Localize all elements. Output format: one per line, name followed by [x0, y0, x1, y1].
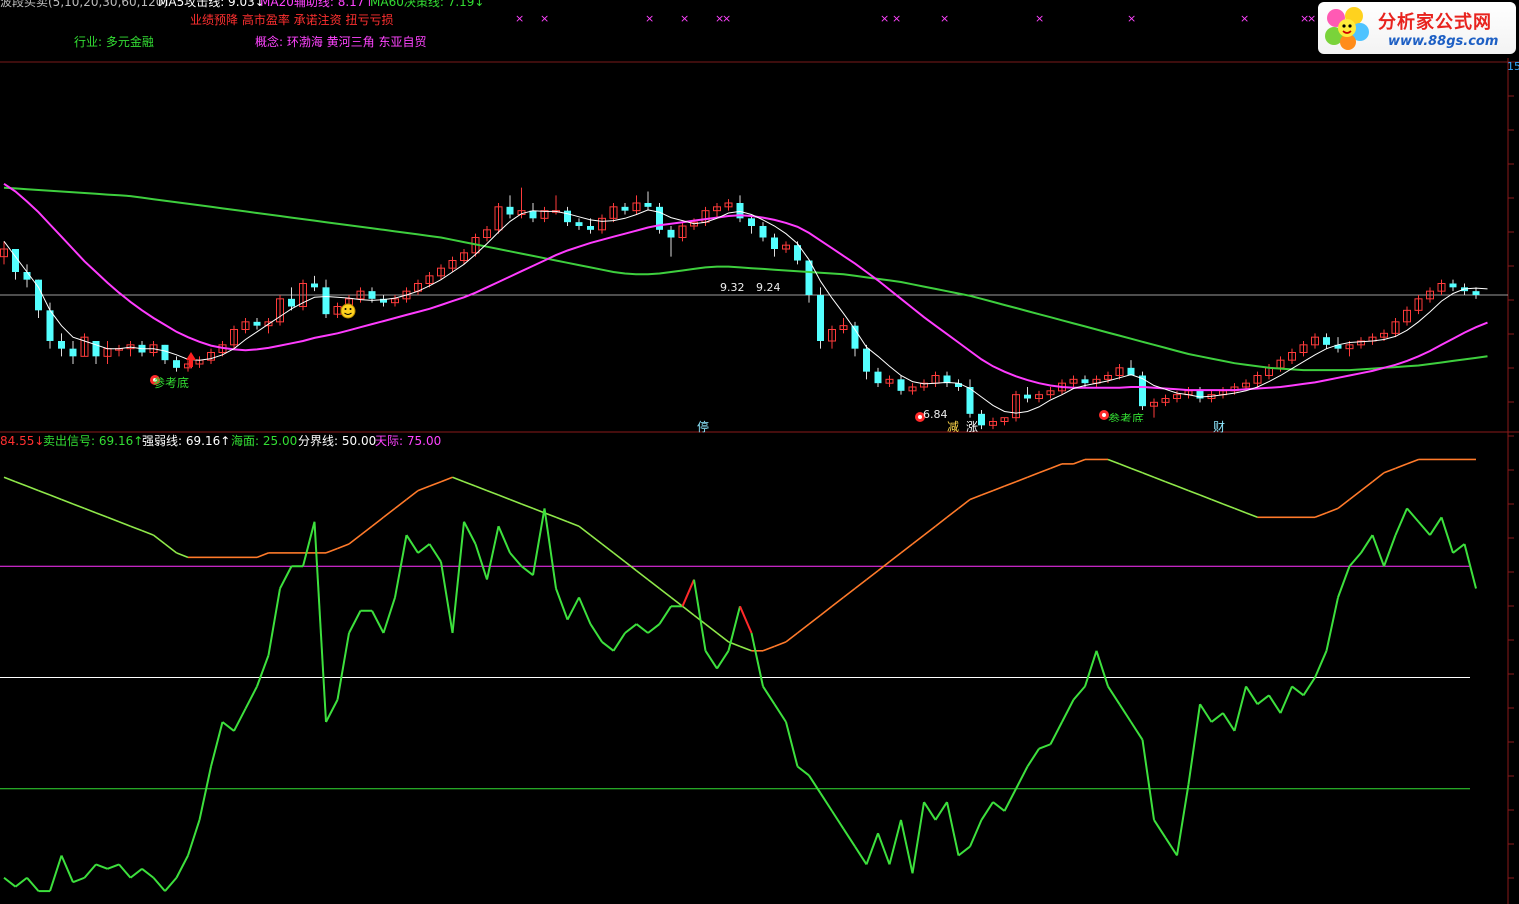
- industry-label: 行业: 多元金融: [74, 35, 154, 49]
- ma5-label: MA5攻击线: 9.03↓: [158, 0, 265, 9]
- bottom-signal-core: [1102, 413, 1106, 417]
- smiley-eye: [344, 308, 347, 310]
- candle-body-down: [748, 218, 755, 226]
- low-price-label: 6.84: [923, 408, 948, 421]
- price-label-b: 9.24: [756, 281, 781, 294]
- candle-body-down: [253, 321, 261, 326]
- candle-body-down: [288, 298, 295, 307]
- strength-line-label: 强弱线: 69.16↑: [142, 434, 231, 448]
- candle-body-down: [69, 348, 77, 357]
- chart-background: [0, 0, 1519, 904]
- header-x-mark: ×: [680, 12, 689, 25]
- candle-body-down: [759, 226, 767, 238]
- candle-body-down: [897, 379, 905, 391]
- candle-body-down: [1024, 394, 1031, 399]
- header-x-mark: ×: [722, 12, 731, 25]
- header-x-mark: ×: [1307, 12, 1316, 25]
- candle-body-down: [311, 283, 318, 288]
- bottom-reference-label-2: 参考底: [1108, 412, 1145, 422]
- candle-body-down: [771, 237, 778, 249]
- candle-body-down: [644, 203, 652, 207]
- marker-finance: 财: [1213, 420, 1226, 434]
- bottom-signal-core: [918, 415, 922, 419]
- stock-chart[interactable]: ××××××××××××××××: [0, 0, 1519, 904]
- candle-body-down: [966, 387, 974, 414]
- candle-body-down: [874, 371, 882, 384]
- price-label-a: 9.32: [720, 281, 745, 294]
- header-x-mark: ×: [540, 12, 549, 25]
- candle-body-down: [506, 206, 514, 215]
- header-x-mark: ×: [1035, 12, 1044, 25]
- sell-signal-label: 卖出信号: 69.16↑: [43, 434, 144, 448]
- candle-body-down: [322, 287, 330, 315]
- candle-body-down: [368, 291, 376, 299]
- marker-stop: 停: [697, 420, 710, 434]
- sky-level-label: 天际: 75.00: [375, 434, 442, 448]
- bottom-reference-label: 参考底: [153, 376, 190, 390]
- header-x-mark: ×: [880, 12, 889, 25]
- candle-body-down: [564, 210, 571, 223]
- logo-name: 分析家公式网: [1378, 12, 1492, 33]
- smiley-eye: [349, 308, 352, 310]
- candle-body-down: [1081, 379, 1089, 384]
- sea-level-label: 海面: 25.00: [231, 434, 298, 448]
- candle-body-down: [667, 229, 675, 238]
- candle-body-down: [46, 310, 54, 341]
- candle-body-down: [1449, 283, 1457, 288]
- stock-tags: 业绩预降 高市盈率 承诺注资 扭亏亏损: [190, 13, 394, 27]
- smiley-icon: [340, 303, 356, 319]
- concept-label: 概念: 环渤海 黄河三角 东亚自贸: [255, 35, 427, 49]
- candle-body-down: [58, 341, 65, 349]
- candle-body-down: [978, 413, 985, 426]
- candle-body-down: [587, 226, 594, 230]
- logo-url: www.88gs.com: [1388, 34, 1499, 49]
- candle-body-down: [817, 295, 824, 341]
- flower-logo-icon: [1325, 7, 1369, 50]
- indicator-title: 波段买卖(5,10,20,30,60,120): [0, 0, 169, 9]
- candle-body-down: [805, 260, 813, 295]
- site-logo: 分析家公式网 www.88gs.com: [1318, 2, 1516, 54]
- ma20-label: MA20辅助线: 8.17↑: [260, 0, 375, 9]
- candle-body-down: [161, 344, 169, 361]
- header-x-mark: ×: [515, 12, 524, 25]
- oscillator-first-value: 84.55↓: [0, 434, 45, 448]
- candle-body-down: [173, 360, 180, 368]
- header-x-mark: ×: [645, 12, 654, 25]
- candle-body-down: [621, 206, 629, 211]
- candle-body-down: [1472, 291, 1480, 295]
- axis-top-label: 15: [1507, 60, 1519, 73]
- marker-reduce: 减: [947, 420, 960, 434]
- header-x-mark: ×: [940, 12, 949, 25]
- header-x-mark: ×: [1127, 12, 1136, 25]
- candle-body-down: [92, 341, 100, 357]
- header-x-mark: ×: [1240, 12, 1249, 25]
- smiley-face: [340, 303, 356, 319]
- divider-line-label: 分界线: 50.00: [298, 434, 377, 448]
- candle-body-down: [1323, 337, 1330, 345]
- candle-body-down: [575, 222, 583, 226]
- marker-rise: 涨: [966, 420, 979, 434]
- ma60-label: MA60决策线: 7.19↓: [370, 0, 485, 9]
- candle-body-down: [863, 348, 870, 372]
- header-x-mark: ×: [892, 12, 901, 25]
